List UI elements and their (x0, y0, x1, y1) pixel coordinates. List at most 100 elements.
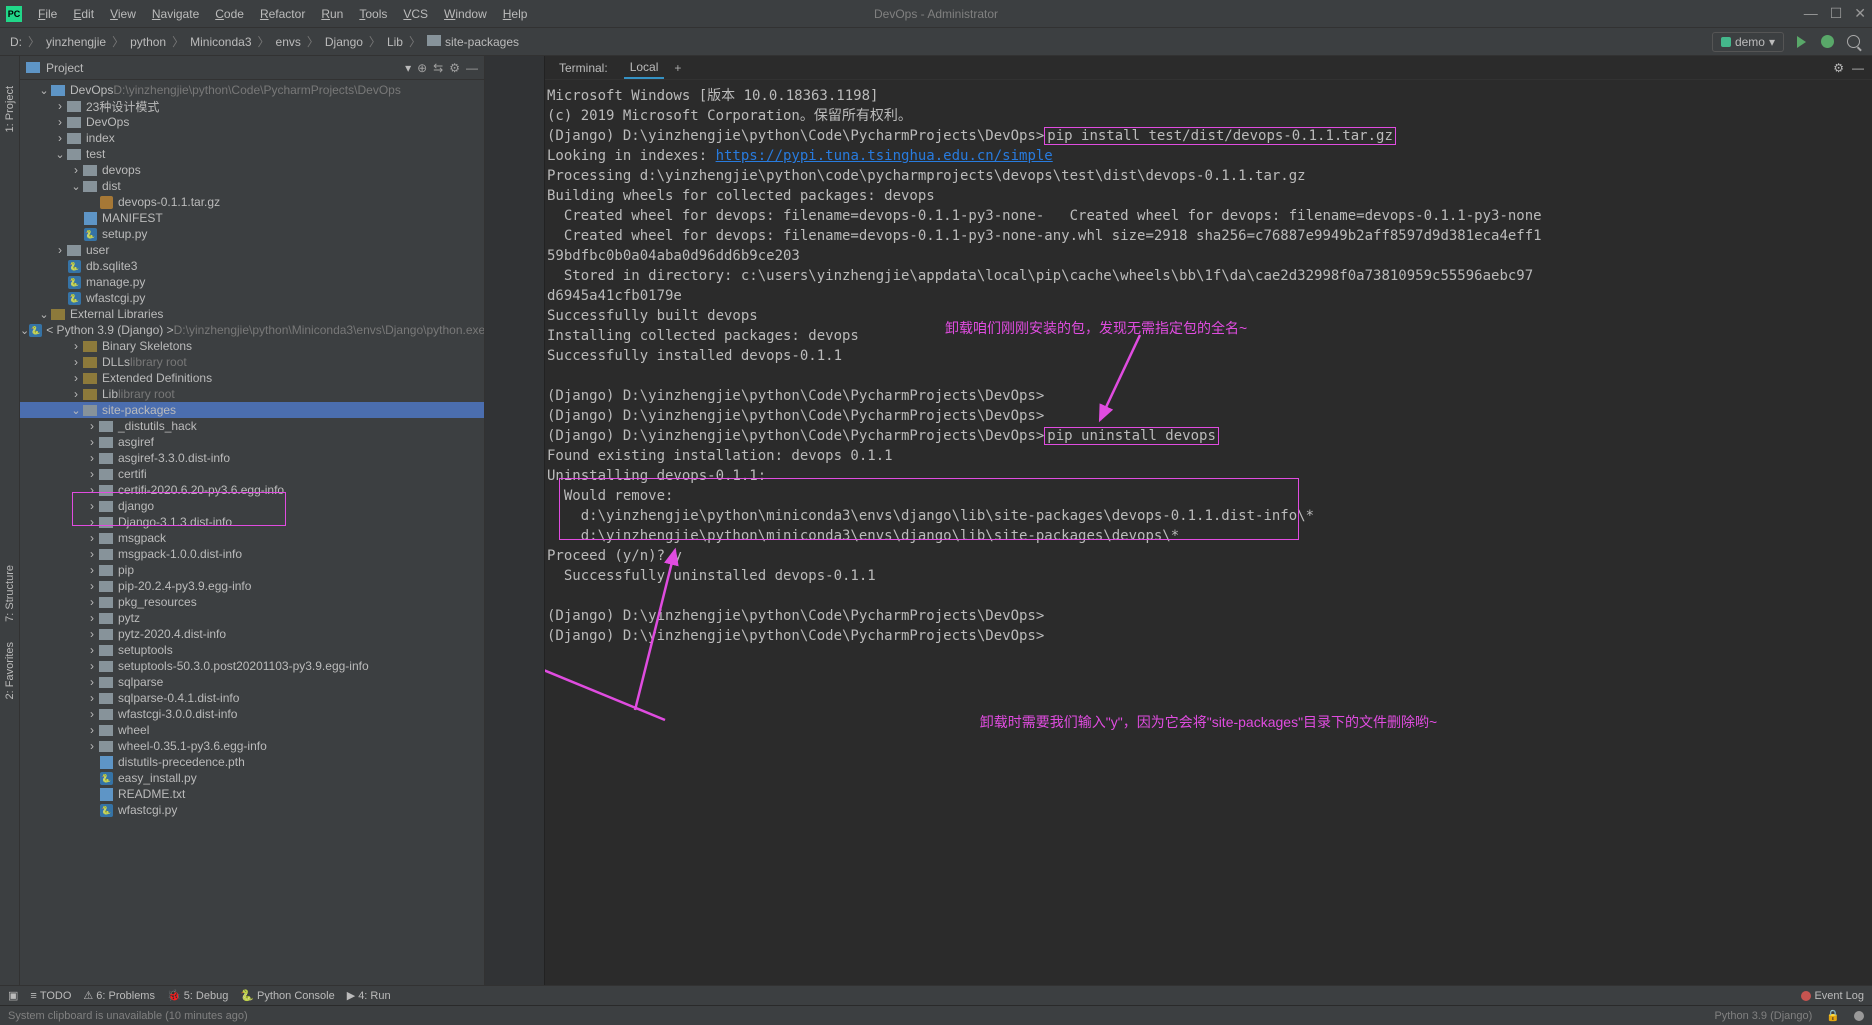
tree-arrow-icon[interactable] (54, 115, 66, 129)
tree-arrow-icon[interactable] (86, 499, 98, 513)
tree-item[interactable]: pkg_resources (20, 594, 484, 610)
tree-item[interactable]: sqlparse (20, 674, 484, 690)
tool-python-console[interactable]: 🐍 Python Console (240, 989, 334, 1002)
tree-arrow-icon[interactable] (86, 691, 98, 705)
tree-item[interactable]: sqlparse-0.4.1.dist-info (20, 690, 484, 706)
tree-item[interactable]: External Libraries (20, 306, 484, 322)
tree-item[interactable]: test (20, 146, 484, 162)
tree-item[interactable]: Extended Definitions (20, 370, 484, 386)
tree-arrow-icon[interactable] (86, 419, 98, 433)
tree-arrow-icon[interactable] (70, 371, 82, 385)
tree-item[interactable]: Lib library root (20, 386, 484, 402)
menu-refactor[interactable]: Refactor (252, 7, 313, 21)
tree-arrow-icon[interactable] (86, 531, 98, 545)
breadcrumb-item[interactable]: yinzhengjie (46, 35, 106, 49)
tree-arrow-icon[interactable] (70, 404, 82, 417)
tree-arrow-icon[interactable] (70, 387, 82, 401)
tree-arrow-icon[interactable] (70, 163, 82, 177)
tree-arrow-icon[interactable] (86, 451, 98, 465)
tree-arrow-icon[interactable] (86, 739, 98, 753)
tree-item[interactable]: 🐍manage.py (20, 274, 484, 290)
tree-item[interactable]: 🐍wfastcgi.py (20, 290, 484, 306)
tree-item[interactable]: django (20, 498, 484, 514)
tree-item[interactable]: pytz-2020.4.dist-info (20, 626, 484, 642)
tree-item[interactable]: 🐍easy_install.py (20, 770, 484, 786)
run-configuration[interactable]: demo ▾ (1712, 32, 1784, 52)
locate-icon[interactable]: ⊕ (417, 61, 427, 75)
tool-debug[interactable]: 🐞 5: Debug (167, 989, 228, 1002)
tree-item[interactable]: 🐍db.sqlite3 (20, 258, 484, 274)
tree-arrow-icon[interactable] (86, 723, 98, 737)
tree-arrow-icon[interactable] (86, 643, 98, 657)
tree-arrow-icon[interactable] (86, 483, 98, 497)
minimize-icon[interactable]: — (1804, 5, 1818, 22)
hide-icon[interactable]: — (1852, 61, 1864, 75)
tree-item[interactable]: index (20, 130, 484, 146)
tree-item[interactable]: pip (20, 562, 484, 578)
menu-file[interactable]: File (30, 7, 65, 21)
tree-arrow-icon[interactable] (54, 243, 66, 257)
breadcrumb-item[interactable]: Django (325, 35, 363, 49)
tree-item[interactable]: certifi (20, 466, 484, 482)
resize-handle[interactable] (485, 56, 545, 985)
tree-item[interactable]: 🐍setup.py (20, 226, 484, 242)
tree-arrow-icon[interactable] (54, 148, 66, 161)
tree-item[interactable]: DLLs library root (20, 354, 484, 370)
tree-item[interactable]: Django-3.1.3.dist-info (20, 514, 484, 530)
menu-help[interactable]: Help (495, 7, 536, 21)
tree-arrow-icon[interactable] (86, 659, 98, 673)
tree-arrow-icon[interactable] (86, 595, 98, 609)
terminal-output[interactable]: Microsoft Windows [版本 10.0.18363.1198](c… (545, 80, 1872, 985)
tree-item[interactable]: Binary Skeletons (20, 338, 484, 354)
python-interpreter[interactable]: Python 3.9 (Django) (1714, 1010, 1812, 1022)
tree-arrow-icon[interactable] (86, 611, 98, 625)
menu-vcs[interactable]: VCS (395, 7, 436, 21)
tree-arrow-icon[interactable] (86, 627, 98, 641)
menu-navigate[interactable]: Navigate (144, 7, 207, 21)
menu-edit[interactable]: Edit (65, 7, 102, 21)
tree-item[interactable]: setuptools-50.3.0.post20201103-py3.9.egg… (20, 658, 484, 674)
tree-item[interactable]: 🐍< Python 3.9 (Django) > D:\yinzhengjie\… (20, 322, 484, 338)
lock-icon[interactable]: 🔒 (1826, 1009, 1840, 1022)
tree-item[interactable]: MANIFEST (20, 210, 484, 226)
menu-run[interactable]: Run (313, 7, 351, 21)
tree-item[interactable]: wheel-0.35.1-py3.6.egg-info (20, 738, 484, 754)
tree-item[interactable]: distutils-precedence.pth (20, 754, 484, 770)
search-icon[interactable] (1844, 33, 1862, 51)
project-tree[interactable]: DevOps D:\yinzhengjie\python\Code\Pychar… (20, 80, 484, 985)
tree-item[interactable]: README.txt (20, 786, 484, 802)
sidebar-tab-favorites[interactable]: 2: Favorites (2, 632, 18, 709)
tree-item[interactable]: setuptools (20, 642, 484, 658)
tree-item[interactable]: certifi-2020.6.20-py3.6.egg-info (20, 482, 484, 498)
debug-button[interactable] (1818, 33, 1836, 51)
tree-item[interactable]: _distutils_hack (20, 418, 484, 434)
tree-item[interactable]: DevOps (20, 114, 484, 130)
tree-arrow-icon[interactable] (38, 308, 50, 321)
breadcrumb-item[interactable]: Lib (387, 35, 403, 49)
user-icon[interactable] (1854, 1011, 1864, 1021)
tree-item[interactable]: wfastcgi-3.0.0.dist-info (20, 706, 484, 722)
tree-arrow-icon[interactable] (20, 324, 29, 337)
tree-arrow-icon[interactable] (86, 467, 98, 481)
tree-item[interactable]: pip-20.2.4-py3.9.egg-info (20, 578, 484, 594)
tree-arrow-icon[interactable] (86, 707, 98, 721)
add-terminal-tab[interactable]: + (674, 61, 681, 75)
maximize-icon[interactable]: ☐ (1830, 5, 1843, 22)
sidebar-tab-project[interactable]: 1: Project (2, 76, 18, 142)
menu-tools[interactable]: Tools (351, 7, 395, 21)
hide-icon[interactable]: — (466, 61, 478, 75)
tree-arrow-icon[interactable] (86, 563, 98, 577)
sidebar-tab-structure[interactable]: 7: Structure (2, 555, 18, 632)
tree-arrow-icon[interactable] (70, 180, 82, 193)
gear-icon[interactable]: ⚙ (1833, 61, 1844, 75)
dropdown-icon[interactable]: ▾ (405, 61, 411, 75)
close-icon[interactable]: ✕ (1854, 5, 1866, 22)
breadcrumb-item[interactable]: Miniconda3 (190, 35, 251, 49)
run-button[interactable] (1792, 33, 1810, 51)
menu-view[interactable]: View (102, 7, 144, 21)
tree-item[interactable]: msgpack (20, 530, 484, 546)
tree-item[interactable]: asgiref-3.3.0.dist-info (20, 450, 484, 466)
tool-problems[interactable]: ⚠ 6: Problems (83, 989, 155, 1002)
tree-item[interactable]: asgiref (20, 434, 484, 450)
tree-item[interactable]: 23种设计模式 (20, 98, 484, 114)
